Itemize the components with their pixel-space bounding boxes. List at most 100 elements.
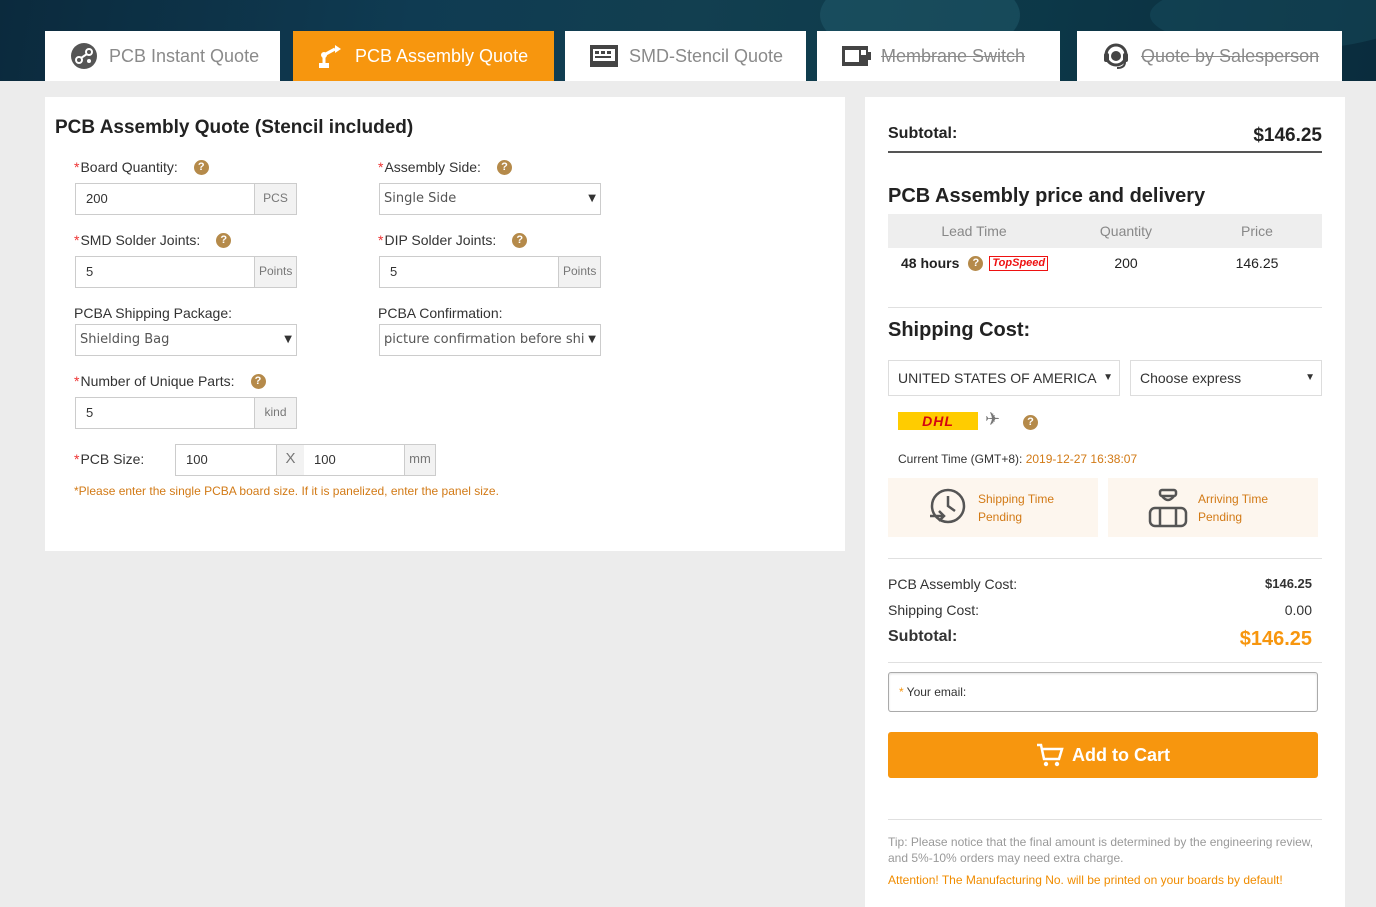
email-placeholder: Your email: [906,685,967,699]
tab-label: PCB Instant Quote [109,45,260,66]
required-mark: * [74,232,80,248]
select-value: UNITED STATES OF AMERICA [898,370,1097,386]
topspeed-badge: TopSpeed [989,255,1049,271]
tab-label: Membrane Switch [881,45,1026,66]
pcb-icon [69,41,99,71]
help-icon[interactable]: ? [250,373,266,389]
unit-label: PCS [254,184,296,214]
label-text: PCB Size: [80,451,145,467]
help-icon[interactable]: ? [512,232,528,248]
cart-icon [1036,742,1064,768]
column-header: Quantity [1099,223,1153,239]
table-row[interactable]: 48 hours ? TopSpeed 200 146.25 [888,248,1322,278]
label-text: PCBA Confirmation: [378,305,503,321]
smd-joints-label: * SMD Solder Joints:? [74,232,232,248]
pcb-size-input-group: 100 X 100 mm [175,444,436,476]
assembly-cost-row: PCB Assembly Cost: $146.25 [888,576,1312,592]
tab-membrane-switch[interactable]: Membrane Switch [817,31,1060,81]
header-banner: PCB Instant Quote PCB Assembly Quote SMD… [0,0,1376,81]
price-cell: 146.25 [1235,255,1279,271]
unit-label: mm [405,445,435,475]
dropdown-arrow-icon: ▼ [586,184,596,214]
shipping-package-label: PCBA Shipping Package: [74,305,232,321]
board-quantity-label: * Board Quantity:? [74,159,209,175]
required-mark: * [74,373,80,389]
tab-label: Quote by Salesperson [1141,45,1320,66]
arriving-time-box: Arriving Time Pending [1108,478,1318,537]
lead-time-table: Lead Time Quantity Price 48 hours ? TopS… [888,214,1322,278]
total-value: $146.25 [1239,628,1312,650]
current-time: Current Time (GMT+8): 2019-12-27 16:38:0… [898,452,1137,466]
assembly-side-select[interactable]: Single Side ▼ [379,183,601,215]
carrier-name: DHL [922,413,954,429]
assembly-robot-icon [315,41,345,71]
tab-pcb-assembly-quote[interactable]: PCB Assembly Quote [293,31,554,81]
shipping-package-select[interactable]: Shielding Bag ▼ [75,324,297,356]
dropdown-arrow-icon: ▼ [1103,372,1113,383]
input-value: 5 [86,264,94,279]
subtotal-value: $146.25 [1253,125,1322,146]
unique-parts-input[interactable]: 5 kind [75,397,297,429]
dhl-logo[interactable]: DHL [898,412,978,430]
select-value: Choose express [1140,370,1242,386]
country-select[interactable]: UNITED STATES OF AMERICA ▼ [888,360,1120,396]
help-icon[interactable]: ? [496,159,512,175]
required-mark: * [899,685,904,699]
tab-smd-stencil-quote[interactable]: SMD-Stencil Quote [565,31,806,81]
smd-joints-input[interactable]: 5 Points [75,256,297,288]
assembly-cost-value: $146.25 [1265,576,1312,591]
assembly-cost-label: PCB Assembly Cost: [888,576,1018,592]
label-text: Assembly Side: [384,159,481,175]
pcb-width-input[interactable]: 100 [176,445,276,475]
lead-time-cell: 48 hours ? TopSpeed [888,248,1060,278]
tip-text: Tip: Please notice that the final amount… [888,835,1314,865]
tab-label: PCB Assembly Quote [355,45,529,66]
select-value: Single Side [384,191,457,206]
column-header: Lead Time [941,223,1007,239]
divider [888,558,1322,559]
help-icon[interactable]: ? [1023,415,1038,430]
board-quantity-input[interactable]: 200 PCS [75,183,297,215]
add-to-cart-button[interactable]: Add to Cart [888,732,1318,778]
confirmation-label: PCBA Confirmation: [378,305,503,321]
subtotal-label: Subtotal: [888,125,958,142]
pcb-height-input[interactable]: 100 [304,445,405,475]
unique-parts-label: * Number of Unique Parts:? [74,373,266,389]
dropdown-arrow-icon: ▼ [586,325,596,355]
arriving-time-value: Pending [1198,509,1243,524]
shipping-cost-value: 0.00 [1284,602,1312,618]
size-note: *Please enter the single PCBA board size… [74,484,499,498]
required-mark: * [378,159,384,175]
help-icon[interactable]: ? [193,159,209,175]
tab-pcb-instant-quote[interactable]: PCB Instant Quote [45,31,280,81]
divider [888,307,1322,308]
express-select[interactable]: Choose express ▼ [1130,360,1322,396]
input-value: 200 [86,191,108,206]
label-text: DIP Solder Joints: [384,232,497,248]
airplane-icon: ✈ [985,409,1001,429]
help-icon[interactable]: ? [968,255,984,271]
divider [888,662,1322,663]
shipping-cost-row: Shipping Cost: 0.00 [888,602,1312,618]
email-input[interactable]: * Your email: [888,672,1318,712]
lead-time-value: 48 hours [901,255,960,271]
tab-label: SMD-Stencil Quote [629,45,784,66]
confirmation-select[interactable]: picture confirmation before shi ▼ [379,324,601,356]
dip-joints-input[interactable]: 5 Points [379,256,601,288]
assembly-side-label: * Assembly Side:? [378,159,512,175]
arriving-time-text: Arriving Time Pending [1198,490,1268,526]
input-value: 5 [390,264,398,279]
total-row: Subtotal: $146.25 [888,628,1312,650]
table-header: Lead Time Quantity Price [888,214,1322,248]
divider [888,819,1322,820]
order-summary-panel: Subtotal: $146.25 PCB Assembly price and… [865,97,1345,907]
shipping-cost-label: Shipping Cost: [888,602,980,618]
dropdown-arrow-icon: ▼ [1305,372,1315,383]
form-title: PCB Assembly Quote (Stencil included) [55,117,414,138]
help-icon[interactable]: ? [216,232,232,248]
shipping-cost-title: Shipping Cost: [888,319,1031,341]
shipping-time-box: Shipping Time Pending [888,478,1098,537]
tab-quote-by-salesperson[interactable]: Quote by Salesperson [1077,31,1342,81]
stencil-icon [589,41,619,71]
shipping-time-value: Pending [978,509,1023,524]
